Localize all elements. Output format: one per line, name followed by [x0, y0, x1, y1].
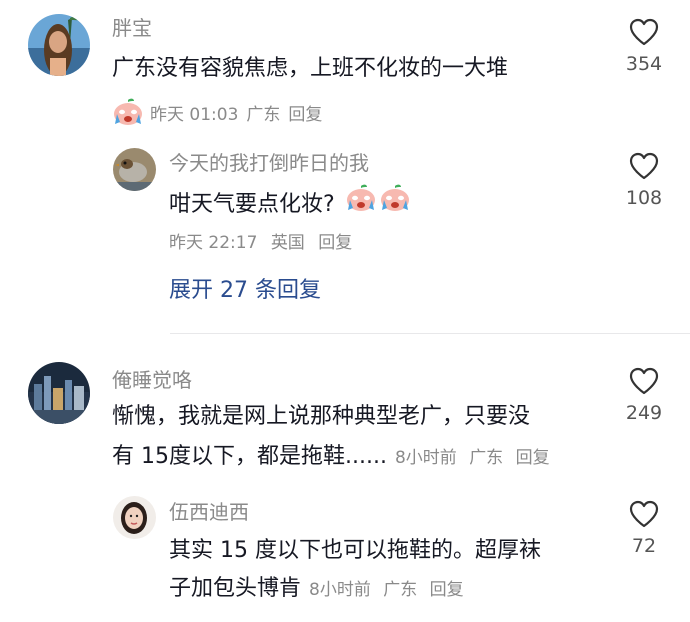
like-count: 249: [625, 402, 663, 424]
reply-location: 广东: [383, 580, 418, 600]
reply-button[interactable]: 回复: [430, 580, 464, 600]
reply-button[interactable]: 回复: [288, 104, 322, 126]
divider: [170, 333, 690, 334]
crying-face-emoji-icon: [345, 184, 377, 225]
comment-meta: 昨天 01:03 广东 回复: [112, 98, 330, 132]
reply-text-row: 咁天气要点化妆?: [169, 184, 411, 225]
comment-text: 广东没有容貌焦虑，上班不化妆的一大堆: [112, 56, 509, 81]
comment-text-line2: 有 15度以下，都是拖鞋...... 8小时前 广东 回复: [112, 438, 557, 477]
heart-outline-icon: [629, 367, 659, 395]
reply-text-line2: 子加包头博肯 8小时前 广东 回复: [169, 570, 471, 609]
expand-replies-button[interactable]: 展开 27 条回复: [169, 277, 321, 305]
comment-username[interactable]: 俺睡觉咯: [112, 368, 192, 392]
reply-text: 子加包头博肯: [169, 576, 302, 601]
comment-time: 昨天 01:03: [150, 105, 239, 125]
reply-time: 昨天 22:17: [169, 233, 258, 253]
comment-username[interactable]: 胖宝: [112, 16, 152, 40]
reply-meta: 昨天 22:17 英国 回复: [169, 232, 360, 254]
comment-location: 广东: [469, 448, 504, 468]
reply-location: 英国: [270, 233, 305, 253]
like-button[interactable]: 108: [614, 152, 674, 210]
avatar[interactable]: [113, 148, 156, 191]
comment-text: 有 15度以下，都是拖鞋......: [112, 444, 387, 469]
like-button[interactable]: 72: [614, 500, 674, 558]
reply-text: 咁天气要点化妆?: [169, 191, 335, 217]
like-button[interactable]: 249: [614, 367, 674, 425]
like-count: 354: [625, 53, 663, 75]
avatar[interactable]: [28, 14, 90, 76]
comment-location: 广东: [246, 105, 281, 125]
reply-meta: 8小时前 广东 回复: [309, 571, 471, 609]
crying-face-emoji-icon: [112, 98, 144, 132]
like-count: 72: [631, 535, 657, 557]
reply-time: 8小时前: [309, 580, 371, 600]
crying-face-emoji-icon: [379, 184, 411, 225]
reply-username[interactable]: 今天的我打倒昨日的我: [169, 151, 369, 175]
heart-outline-icon: [629, 18, 659, 46]
heart-outline-icon: [629, 152, 659, 180]
reply-username[interactable]: 伍西迪西: [169, 500, 249, 524]
avatar[interactable]: [28, 362, 90, 424]
avatar[interactable]: [113, 496, 156, 539]
like-count: 108: [625, 187, 663, 209]
reply-text: 其实 15 度以下也可以拖鞋的。超厚袜: [169, 538, 541, 563]
reply-button[interactable]: 回复: [318, 233, 352, 253]
reply-button[interactable]: 回复: [516, 448, 550, 468]
comment-time: 8小时前: [394, 448, 457, 468]
comment-meta: 8小时前 广东 回复: [395, 439, 557, 477]
like-button[interactable]: 354: [614, 18, 674, 76]
comment-text: 惭愧，我就是网上说那种典型老广，只要没: [112, 404, 531, 429]
heart-outline-icon: [629, 500, 659, 528]
